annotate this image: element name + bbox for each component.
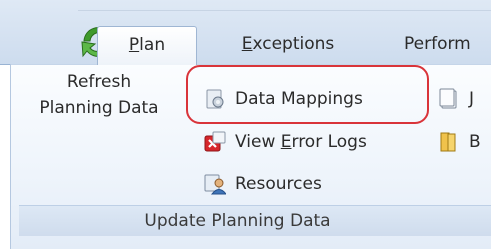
view-error-logs-label-pre: View xyxy=(235,132,281,152)
truncated-ribbon-label-1: J xyxy=(469,89,475,109)
tab-strip-top-line xyxy=(78,10,491,11)
data-mappings-highlight-annotation xyxy=(186,65,429,124)
view-error-logs-label-post: rror Logs xyxy=(291,132,367,152)
tab-exceptions[interactable]: Exceptions xyxy=(222,26,354,64)
book-icon xyxy=(438,131,460,153)
refresh-label-line2: Planning Data xyxy=(39,98,159,118)
refresh-button-label: Refresh Planning Data xyxy=(18,69,180,121)
tab-performance[interactable]: Perform xyxy=(404,26,491,64)
view-error-logs-label: View Error Logs xyxy=(235,132,367,152)
group-label-text: Update Planning Data xyxy=(144,211,331,231)
document-icon xyxy=(438,88,460,110)
resources-icon xyxy=(204,173,228,195)
tab-plan-label-rest: lan xyxy=(139,35,166,55)
refresh-label-line1: Refresh xyxy=(66,72,132,92)
truncated-ribbon-label-2: B xyxy=(469,132,481,152)
resources-label: Resources xyxy=(235,174,322,194)
view-error-logs-button[interactable]: View Error Logs xyxy=(204,127,367,157)
view-error-logs-mnemonic: E xyxy=(280,132,292,152)
tab-plan[interactable]: Plan xyxy=(97,26,197,65)
truncated-ribbon-button-2[interactable]: B xyxy=(438,127,481,157)
tab-plan-mnemonic: P xyxy=(128,35,140,55)
error-logs-icon xyxy=(204,131,226,153)
tab-exceptions-label-rest: xceptions xyxy=(252,34,335,54)
tab-exceptions-mnemonic: E xyxy=(241,34,253,54)
truncated-ribbon-button-1[interactable]: J xyxy=(438,84,474,114)
resources-button[interactable]: Resources xyxy=(204,169,322,199)
group-label-update-planning-data: Update Planning Data xyxy=(19,205,491,236)
